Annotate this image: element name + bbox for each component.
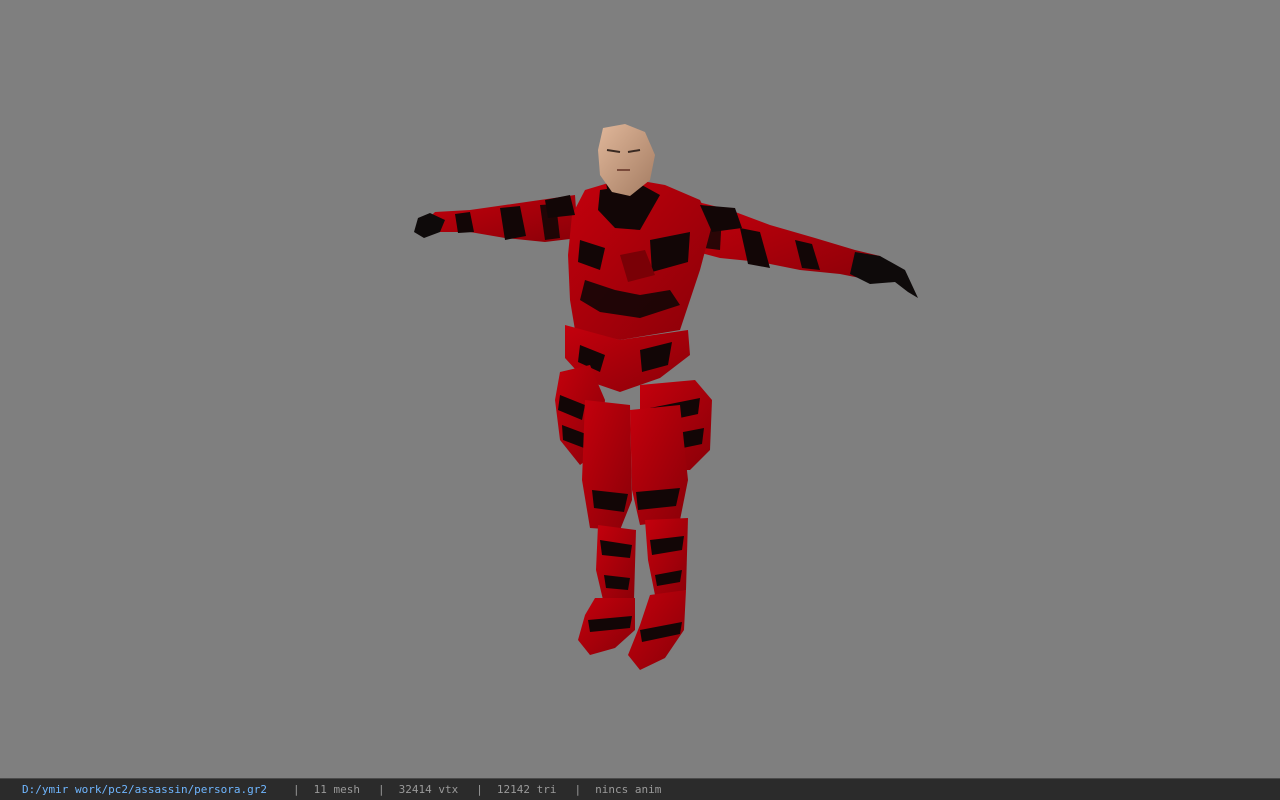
separator: | — [476, 783, 483, 796]
animation-status: nincs anim — [595, 783, 662, 796]
character-model[interactable] — [0, 0, 1280, 778]
feet — [578, 590, 686, 670]
separator: | — [293, 783, 300, 796]
file-path: D:/ymir work/pc2/assassin/persora.gr2 — [22, 783, 268, 796]
status-bar: D:/ymir work/pc2/assassin/persora.gr2 | … — [0, 778, 1280, 800]
3d-viewport[interactable] — [0, 0, 1280, 778]
triangle-count: 12142 tri — [496, 783, 557, 796]
mesh-count: 11 mesh — [313, 783, 361, 796]
legs — [582, 400, 688, 604]
vertex-count: 32414 vtx — [398, 783, 459, 796]
separator: | — [378, 783, 385, 796]
separator: | — [574, 783, 582, 796]
